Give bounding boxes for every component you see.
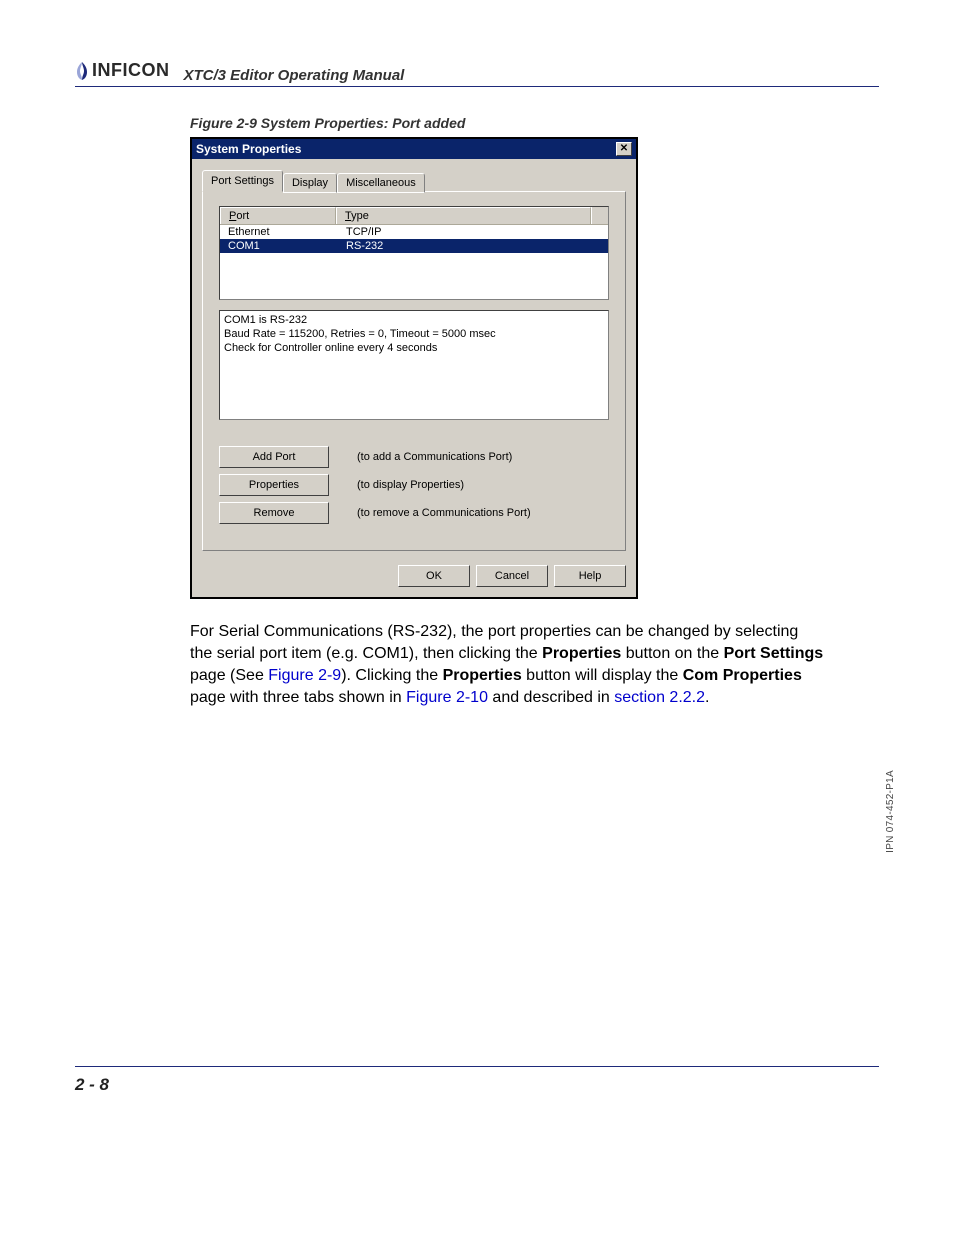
tab-display[interactable]: Display <box>283 173 337 193</box>
bold-term: Properties <box>443 667 522 684</box>
page-footer: 2 - 8 <box>75 1066 879 1095</box>
inficon-icon <box>75 62 89 80</box>
brand-logo: INFICON <box>75 60 170 81</box>
tab-miscellaneous[interactable]: Miscellaneous <box>337 173 425 193</box>
tab-panel: Port Type Ethernet TCP/IP COM1 RS-232 <box>202 191 626 551</box>
add-port-button[interactable]: Add Port <box>219 446 329 468</box>
document-title: XTC/3 Editor Operating Manual <box>184 67 405 84</box>
ipn-sidenote: IPN 074-452-P1A <box>885 770 896 853</box>
page-number: 2 - 8 <box>75 1075 109 1094</box>
list-row[interactable]: Ethernet TCP/IP <box>220 225 608 239</box>
figure-link[interactable]: Figure 2-10 <box>406 689 488 706</box>
dialog-title: System Properties <box>196 142 301 156</box>
close-icon[interactable]: ✕ <box>616 142 632 156</box>
section-link[interactable]: section 2.2.2 <box>614 689 705 706</box>
action-row-add: Add Port (to add a Communications Port) <box>219 446 609 468</box>
tabs-row: Port Settings Display Miscellaneous <box>202 170 626 192</box>
brand-text: INFICON <box>92 60 170 81</box>
cell-type: TCP/IP <box>338 225 608 239</box>
port-info-box: COM1 is RS-232 Baud Rate = 115200, Retri… <box>219 310 609 420</box>
body-paragraph: For Serial Communications (RS-232), the … <box>190 621 824 709</box>
ok-button[interactable]: OK <box>398 565 470 587</box>
cell-type: RS-232 <box>338 239 608 253</box>
cell-port: COM1 <box>220 239 338 253</box>
action-desc: (to remove a Communications Port) <box>357 507 531 519</box>
bold-term: Port Settings <box>724 645 824 662</box>
dialog-titlebar: System Properties ✕ <box>192 139 636 159</box>
figure-screenshot: System Properties ✕ Port Settings Displa… <box>190 137 879 599</box>
port-listbox[interactable]: Port Type Ethernet TCP/IP COM1 RS-232 <box>219 206 609 300</box>
figure-link[interactable]: Figure 2-9 <box>268 667 341 684</box>
list-row[interactable]: COM1 RS-232 <box>220 239 608 253</box>
properties-button[interactable]: Properties <box>219 474 329 496</box>
bold-term: Com Properties <box>683 667 802 684</box>
help-button[interactable]: Help <box>554 565 626 587</box>
tab-port-settings[interactable]: Port Settings <box>202 170 283 192</box>
bold-term: Properties <box>542 645 621 662</box>
page-header: INFICON XTC/3 Editor Operating Manual <box>75 60 879 87</box>
info-line: Check for Controller online every 4 seco… <box>224 341 604 355</box>
column-port: Port <box>220 207 336 224</box>
action-desc: (to display Properties) <box>357 479 464 491</box>
remove-button[interactable]: Remove <box>219 502 329 524</box>
system-properties-dialog: System Properties ✕ Port Settings Displa… <box>190 137 638 599</box>
list-scroll-gutter <box>591 207 608 224</box>
figure-caption: Figure 2-9 System Properties: Port added <box>190 115 879 131</box>
info-line: COM1 is RS-232 <box>224 313 604 327</box>
cancel-button[interactable]: Cancel <box>476 565 548 587</box>
info-line: Baud Rate = 115200, Retries = 0, Timeout… <box>224 327 604 341</box>
dialog-footer: OK Cancel Help <box>192 557 636 597</box>
action-row-properties: Properties (to display Properties) <box>219 474 609 496</box>
list-header: Port Type <box>220 207 608 225</box>
column-type: Type <box>336 207 591 224</box>
action-row-remove: Remove (to remove a Communications Port) <box>219 502 609 524</box>
action-desc: (to add a Communications Port) <box>357 451 512 463</box>
cell-port: Ethernet <box>220 225 338 239</box>
